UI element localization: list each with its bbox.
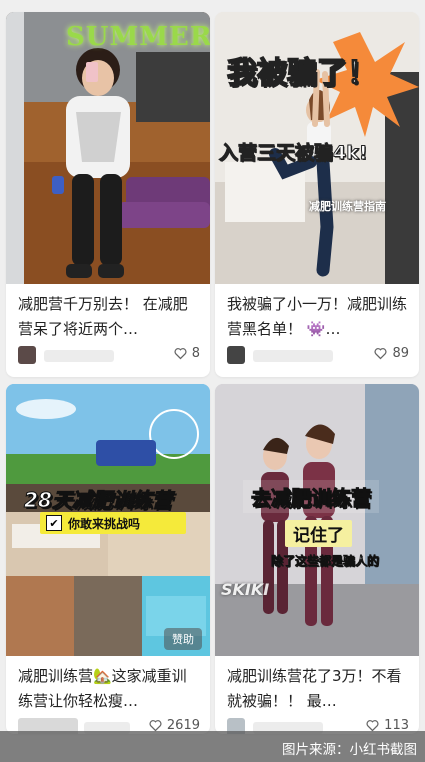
cover-headline-box: 去减肥训练营 bbox=[243, 480, 379, 513]
heart-outline-icon bbox=[174, 348, 187, 360]
author-avatar-2[interactable] bbox=[227, 346, 245, 364]
image-source-text: 图片来源：小红书截图 bbox=[282, 742, 417, 758]
like-button-1[interactable]: 8 bbox=[173, 346, 200, 361]
post-title-3[interactable]: 减肥训练营🏡这家减重训练营让你轻松瘦… bbox=[18, 664, 200, 714]
cover-small-label: 减肥训练营指南 bbox=[309, 200, 386, 213]
cover-image-2[interactable]: 我被骗了！ 入营三天被骗4k! 减肥训练营指南 bbox=[215, 12, 419, 284]
cover-headline: 28天减肥训练营 bbox=[24, 488, 173, 513]
cover-image-4[interactable]: 去减肥训练营 记住了 除了这些都是骗人的 SKIKI bbox=[215, 384, 419, 656]
image-source-banner: 图片来源：小红书截图 bbox=[0, 731, 425, 762]
cover-subheadline: 入营三天被骗4k! bbox=[219, 142, 369, 165]
feed-card-1[interactable]: SUMMER 减肥营千万别去！ 在减肥营呆了将近两个… 8 bbox=[6, 12, 210, 377]
brand-watermark: SKIKI bbox=[221, 580, 270, 599]
cover-headline: 去减肥训练营 bbox=[251, 486, 372, 511]
cover-sign-text: SUMMER bbox=[66, 22, 210, 52]
like-button-2[interactable]: 89 bbox=[373, 346, 409, 361]
cover-image-3[interactable]: 28天减肥训练营 ✔ 你敢来挑战吗 赞助 bbox=[6, 384, 210, 656]
sponsored-badge: 赞助 bbox=[164, 628, 202, 650]
gym-mirror-selfie-illustration bbox=[6, 12, 210, 284]
cover-highlight: 记住了 bbox=[285, 520, 352, 547]
cover-small-text: 除了这些都是骗人的 bbox=[271, 554, 380, 569]
cover-headline: 我被骗了！ bbox=[226, 55, 378, 92]
author-name-blurred-1[interactable] bbox=[44, 350, 114, 362]
author-avatar-1[interactable] bbox=[18, 346, 36, 364]
challenge-text: 你敢来挑战吗 bbox=[68, 516, 141, 531]
feed-card-4[interactable]: 去减肥训练营 记住了 除了这些都是骗人的 SKIKI 减肥训练营花了3万！不看就… bbox=[215, 384, 419, 734]
like-count-1: 8 bbox=[191, 346, 200, 361]
challenge-banner: ✔ 你敢来挑战吗 bbox=[40, 512, 186, 534]
feed-card-2[interactable]: 我被骗了！ 入营三天被骗4k! 减肥训练营指南 我被骗了小一万！减肥训练营黑名单… bbox=[215, 12, 419, 377]
cover-image-1[interactable]: SUMMER bbox=[6, 12, 210, 284]
post-title-4[interactable]: 减肥训练营花了3万！不看就被骗！！ 最… bbox=[227, 664, 409, 714]
post-title-1[interactable]: 减肥营千万别去！ 在减肥营呆了将近两个… bbox=[18, 292, 200, 342]
heart-outline-icon bbox=[374, 348, 387, 360]
post-title-2[interactable]: 我被骗了小一万！减肥训练营黑名单！ 👾… bbox=[227, 292, 409, 342]
cover-subheadline: 记住了 bbox=[293, 526, 344, 546]
check-icon: ✔ bbox=[46, 515, 62, 531]
like-count-2: 89 bbox=[392, 346, 409, 361]
author-name-blurred-2[interactable] bbox=[253, 350, 333, 362]
feed-card-3[interactable]: 28天减肥训练营 ✔ 你敢来挑战吗 赞助 减肥训练营🏡这家减重训练营让你轻松瘦…… bbox=[6, 384, 210, 734]
